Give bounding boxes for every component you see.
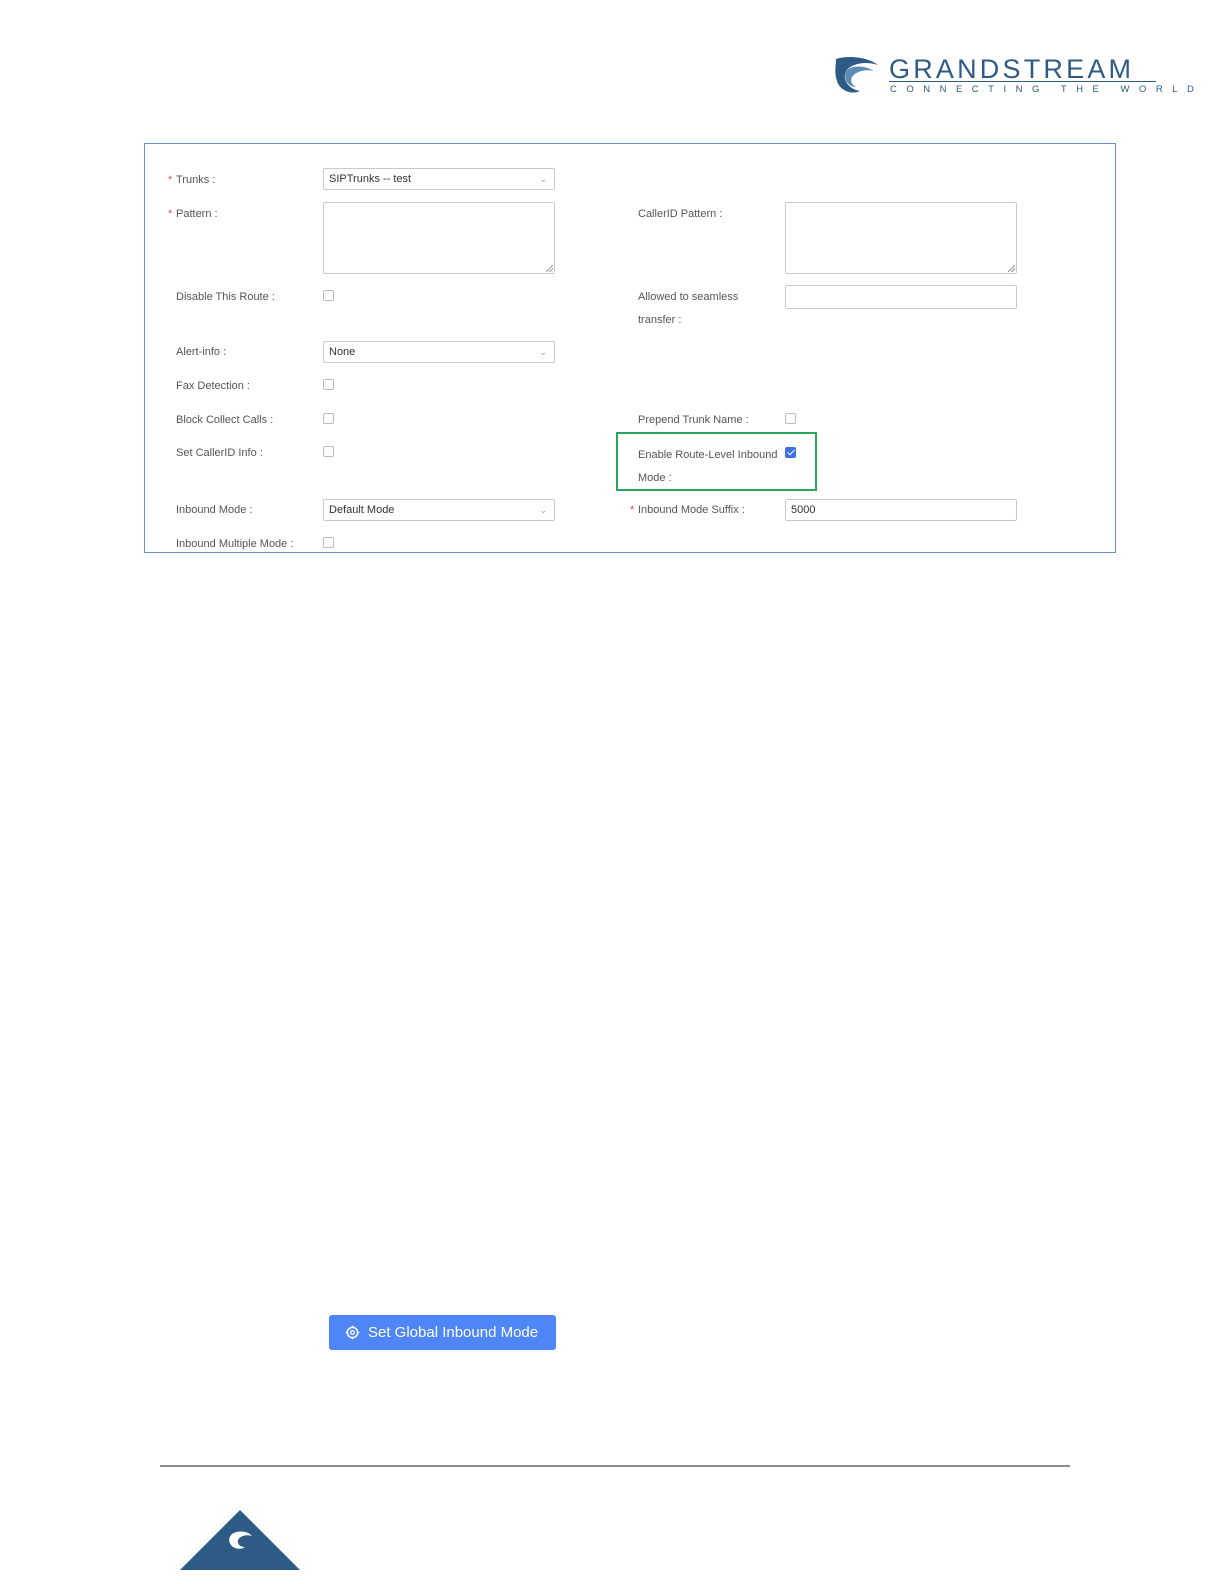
required-mark: * <box>168 208 173 220</box>
brand-rule <box>889 81 1156 82</box>
trunks-label: Trunks : <box>176 174 216 186</box>
pattern-textarea[interactable] <box>323 202 555 274</box>
alert-info-select[interactable]: None ⌄ <box>323 341 555 363</box>
seamless-transfer-label-cont: transfer : <box>638 314 682 326</box>
chevron-down-icon: ⌄ <box>539 505 547 515</box>
block-collect-calls-label: Block Collect Calls : <box>176 414 274 426</box>
grandstream-swirl-icon <box>835 57 878 93</box>
inbound-mode-select[interactable]: Default Mode ⌄ <box>323 499 555 521</box>
set-callerid-info-checkbox[interactable] <box>323 446 334 457</box>
alert-info-value: None <box>329 346 356 358</box>
inbound-mode-suffix-value: 5000 <box>791 504 816 516</box>
required-mark: * <box>630 504 635 516</box>
required-mark: * <box>168 174 173 186</box>
resize-grip-icon[interactable] <box>1008 265 1015 272</box>
trunks-value: SIPTrunks -- test <box>329 173 412 185</box>
callerid-pattern-textarea[interactable] <box>785 202 1017 274</box>
chevron-down-icon: ⌄ <box>539 174 547 184</box>
brand-tagline: CONNECTING THE WORLD <box>890 84 1204 95</box>
enable-route-level-label-cont: Mode : <box>638 472 672 484</box>
disable-route-label: Disable This Route : <box>176 291 275 303</box>
inbound-mode-value: Default Mode <box>329 504 395 516</box>
disable-route-checkbox[interactable] <box>323 290 334 301</box>
resize-grip-icon[interactable] <box>546 265 553 272</box>
callerid-pattern-label: CallerID Pattern : <box>638 208 723 220</box>
gear-icon <box>345 1325 360 1340</box>
grandstream-logo: GRANDSTREAM CONNECTING THE WORLD <box>834 54 1194 98</box>
fax-detection-checkbox[interactable] <box>323 379 334 390</box>
enable-route-level-checkbox[interactable] <box>785 447 796 458</box>
set-global-inbound-mode-button[interactable]: Set Global Inbound Mode <box>329 1315 556 1350</box>
pattern-label: Pattern : <box>176 208 218 220</box>
set-global-inbound-mode-label: Set Global Inbound Mode <box>368 1324 539 1341</box>
alert-info-label: Alert-info : <box>176 346 227 358</box>
route-form-panel: * Trunks : SIPTrunks -- test ⌄ * Pattern… <box>144 143 1116 553</box>
footer-divider <box>160 1465 1070 1467</box>
inbound-multiple-mode-label: Inbound Multiple Mode : <box>176 538 294 550</box>
inbound-multiple-mode-checkbox[interactable] <box>323 537 334 548</box>
trunks-select[interactable]: SIPTrunks -- test ⌄ <box>323 168 555 190</box>
prepend-trunk-name-label: Prepend Trunk Name : <box>638 414 749 426</box>
seamless-transfer-label: Allowed to seamless <box>638 291 739 303</box>
prepend-trunk-name-checkbox[interactable] <box>785 413 796 424</box>
inbound-mode-label: Inbound Mode : <box>176 504 253 516</box>
set-callerid-info-label: Set CallerID Info : <box>176 447 263 459</box>
enable-route-level-label: Enable Route-Level Inbound <box>638 449 778 461</box>
fax-detection-label: Fax Detection : <box>176 380 250 392</box>
inbound-mode-suffix-input[interactable]: 5000 <box>785 499 1017 521</box>
block-collect-calls-checkbox[interactable] <box>323 413 334 424</box>
seamless-transfer-select[interactable] <box>785 285 1017 309</box>
grandstream-footer-logo-icon <box>180 1510 300 1570</box>
brand-name: GRANDSTREAM <box>889 54 1135 84</box>
chevron-down-icon: ⌄ <box>539 347 547 357</box>
inbound-mode-suffix-label: Inbound Mode Suffix : <box>638 504 745 516</box>
